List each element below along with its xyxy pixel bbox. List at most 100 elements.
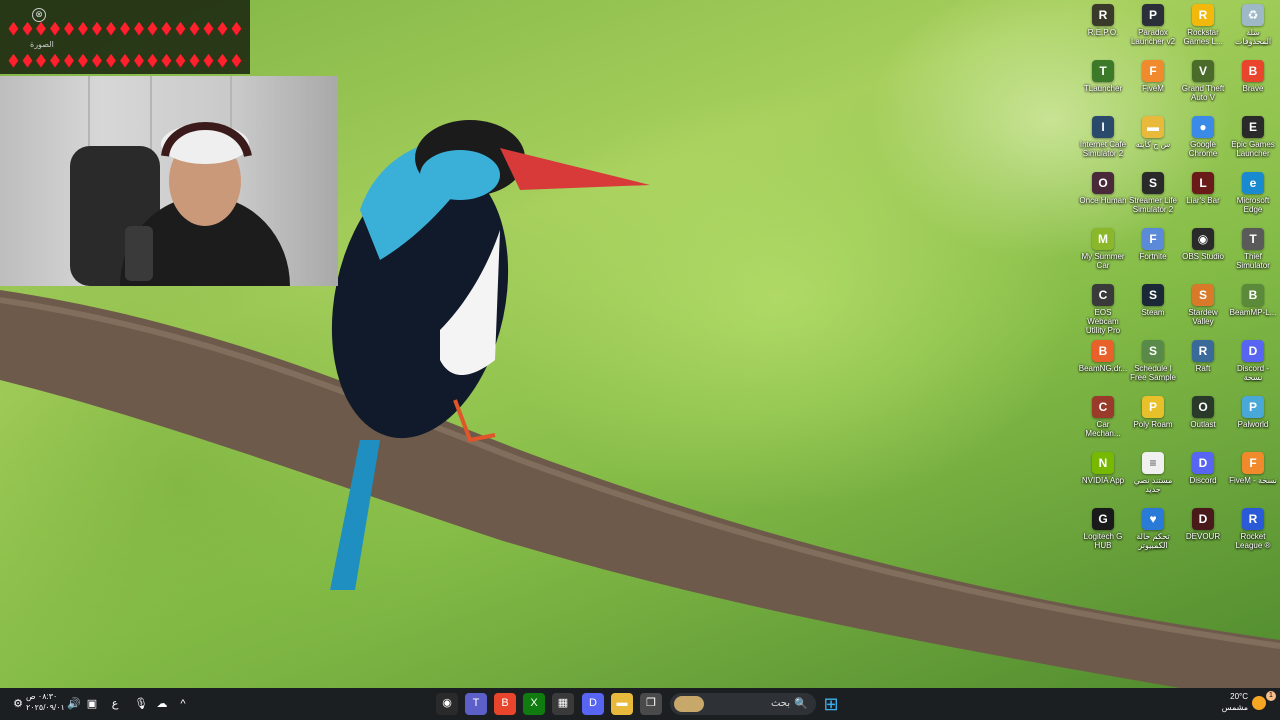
sun-icon	[1252, 696, 1266, 710]
desktop-icon[interactable]: T TLauncher	[1078, 56, 1128, 110]
desktop-icon[interactable]: F FiveM - نسخة	[1228, 448, 1278, 502]
stardew-icon: S	[1192, 284, 1214, 306]
desktop-icon-label: Fortnite	[1139, 252, 1167, 261]
desktop-icon[interactable]: R Rocket League ®	[1228, 504, 1278, 558]
desktop-icon[interactable]: P Palworld	[1228, 392, 1278, 446]
fivem-icon: F	[1142, 60, 1164, 82]
desktop-icon[interactable]: B BeamNG.dr...	[1078, 336, 1128, 390]
poly-roam-icon: P	[1142, 396, 1164, 418]
desktop-icon-label: OBS Studio	[1182, 252, 1224, 261]
desktop-icon[interactable]: S Schedule I Free Sample	[1128, 336, 1178, 390]
rocket-league-icon: R	[1242, 508, 1264, 530]
desktop-icon[interactable]: R Rockstar Games L...	[1178, 0, 1228, 54]
settings-icon[interactable]: ⚙	[10, 694, 26, 714]
desktop-icon[interactable]: F Fortnite	[1128, 224, 1178, 278]
brave-taskbar-icon[interactable]: B	[494, 693, 516, 715]
desktop-icon[interactable]: E Epic Games Launcher	[1228, 112, 1278, 166]
webcam-feed	[0, 76, 338, 286]
desktop-icon[interactable]: N NVIDIA App	[1078, 448, 1128, 502]
search-box[interactable]: بحث 🔍	[670, 693, 816, 715]
notification-badge[interactable]: 1	[1266, 691, 1276, 701]
stream-overlay-banner: ⊗ ♦️♦️♦️♦️♦️♦️♦️♦️♦️♦️♦️♦️♦️♦️♦️♦️♦️♦️♦️…	[0, 0, 250, 74]
discord-taskbar-icon[interactable]: D	[582, 693, 604, 715]
desktop-icon-label: Rocket League ®	[1235, 532, 1271, 550]
desktop-icon[interactable]: ● Google Chrome	[1178, 112, 1228, 166]
desktop-icon-label: Discord	[1189, 476, 1217, 485]
language-indicator[interactable]: ع	[108, 694, 122, 714]
desktop-icon[interactable]: ♻ سلة المحذوفات	[1228, 0, 1278, 54]
beammp-icon: B	[1242, 284, 1264, 306]
desktop-icon[interactable]: S Steam	[1128, 280, 1178, 334]
file-explorer-taskbar-icon[interactable]: ▬	[611, 693, 633, 715]
desktop-icon[interactable]: O Once Human	[1078, 168, 1128, 222]
desktop-icon[interactable]: R Raft	[1178, 336, 1228, 390]
desktop-icon[interactable]: ♥ تحكم حالة الكمبيوتر	[1128, 504, 1178, 558]
desktop-icon[interactable]: I Internet Cafe Simulator 2	[1078, 112, 1128, 166]
store-taskbar-icon[interactable]: ▦	[552, 693, 574, 715]
desktop-icon-label: Palworld	[1237, 420, 1269, 429]
edge-icon: e	[1242, 172, 1264, 194]
repo-icon: R	[1092, 4, 1114, 26]
desktop-icon[interactable]: B BeamMP-L...	[1228, 280, 1278, 334]
desktop-icon-label: Once Human	[1079, 196, 1127, 205]
desktop-icon[interactable]: F FiveM	[1128, 56, 1178, 110]
desktop-icon[interactable]: e Microsoft Edge	[1228, 168, 1278, 222]
desktop-icon[interactable]: M My Summer Car	[1078, 224, 1128, 278]
onedrive-icon[interactable]: ☁	[155, 694, 169, 714]
desktop-icon-label: Brave	[1242, 84, 1264, 93]
desktop-icon[interactable]: D Discord	[1178, 448, 1228, 502]
rockstar-icon: R	[1192, 4, 1214, 26]
volume-icon[interactable]: 🔊	[66, 694, 82, 714]
discord-icon: D	[1242, 340, 1264, 362]
desktop-icon[interactable]: V Grand Theft Auto V	[1178, 56, 1228, 110]
desktop-icon[interactable]: P Poly Roam	[1128, 392, 1178, 446]
desktop-icon[interactable]: D Discord - نسخة	[1228, 336, 1278, 390]
start-button[interactable]: ⊞	[820, 694, 842, 714]
desktop-icon[interactable]: B Brave	[1228, 56, 1278, 110]
desktop-icon[interactable]: P Paradox Launcher v2	[1128, 0, 1178, 54]
system-clock[interactable]: ٠٨:٣٠ ص ٢٠٢٥/٠٩/٠١	[26, 691, 65, 713]
desktop-icon-label: R.E.P.O.	[1087, 28, 1119, 37]
teams-taskbar-icon[interactable]: T	[465, 693, 487, 715]
desktop-icon[interactable]: C Car Mechan...	[1078, 392, 1128, 446]
desktop-icon-label: FiveM	[1142, 84, 1164, 93]
desktop-icon[interactable]: S Stardew Valley	[1178, 280, 1228, 334]
search-label: بحث	[770, 698, 790, 709]
desktop-icon-grid: R R.E.P.O. P Paradox Launcher v2 R Rockstar G…	[1078, 0, 1280, 686]
desktop-icon[interactable]: T Thief Simulator	[1228, 224, 1278, 278]
desktop-icon[interactable]: L Liar's Bar	[1178, 168, 1228, 222]
desktop-icon-label: Liar's Bar	[1186, 196, 1220, 205]
network-icon[interactable]: ▣	[84, 694, 100, 714]
desktop-icon-label: سلة المحذوفات	[1234, 28, 1272, 46]
desktop-icon-label: Rockstar Games L...	[1183, 28, 1223, 46]
fivem-icon: F	[1242, 452, 1264, 474]
weather-temp: 20°C	[1230, 692, 1248, 701]
desktop-icon-label: TLauncher	[1083, 84, 1123, 93]
microphone-icon[interactable]: 🎙	[134, 694, 148, 714]
obs-icon: ◉	[1192, 228, 1214, 250]
chevron-up-icon[interactable]: ^	[176, 694, 190, 714]
desktop-icon-label: Logitech G HUB	[1083, 532, 1123, 550]
xbox-taskbar-icon[interactable]: X	[523, 693, 545, 715]
desktop-icon[interactable]: O Outlast	[1178, 392, 1228, 446]
desktop-icon-label: Microsoft Edge	[1236, 196, 1270, 214]
weather-widget[interactable]: 20°C مشمس	[1218, 691, 1248, 713]
desktop-icon-label: BeamNG.dr...	[1078, 364, 1128, 373]
desktop-icon-label: My Summer Car	[1081, 252, 1125, 270]
task-view-taskbar-icon[interactable]: ❐	[640, 693, 662, 715]
desktop-icon-label: Epic Games Launcher	[1231, 140, 1275, 158]
close-icon[interactable]: ⊗	[32, 8, 46, 22]
desktop-icon[interactable]: D DEVOUR	[1178, 504, 1228, 558]
logitech-icon: G	[1092, 508, 1114, 530]
desktop-icon[interactable]: ◉ OBS Studio	[1178, 224, 1228, 278]
obs-taskbar-icon[interactable]: ◉	[436, 693, 458, 715]
desktop-icon[interactable]: ≡ مستند نصي جديد	[1128, 448, 1178, 502]
desktop-icon[interactable]: S Streamer Life Simulator 2	[1128, 168, 1178, 222]
desktop-icon[interactable]: ▬ س ح كايته	[1128, 112, 1178, 166]
desktop-icon-label: Schedule I Free Sample	[1130, 364, 1176, 382]
tlauncher-icon: T	[1092, 60, 1114, 82]
desktop-icon[interactable]: C EOS Webcam Utility Pro	[1078, 280, 1128, 335]
desktop-icon[interactable]: G Logitech G HUB	[1078, 504, 1128, 558]
desktop-icon[interactable]: R R.E.P.O.	[1078, 0, 1128, 54]
taskbar: ⚙ ٠٨:٣٠ ص ٢٠٢٥/٠٩/٠١ 🔊 ▣ ع 🎙 ☁ ^ ◉ T B X…	[0, 688, 1280, 720]
